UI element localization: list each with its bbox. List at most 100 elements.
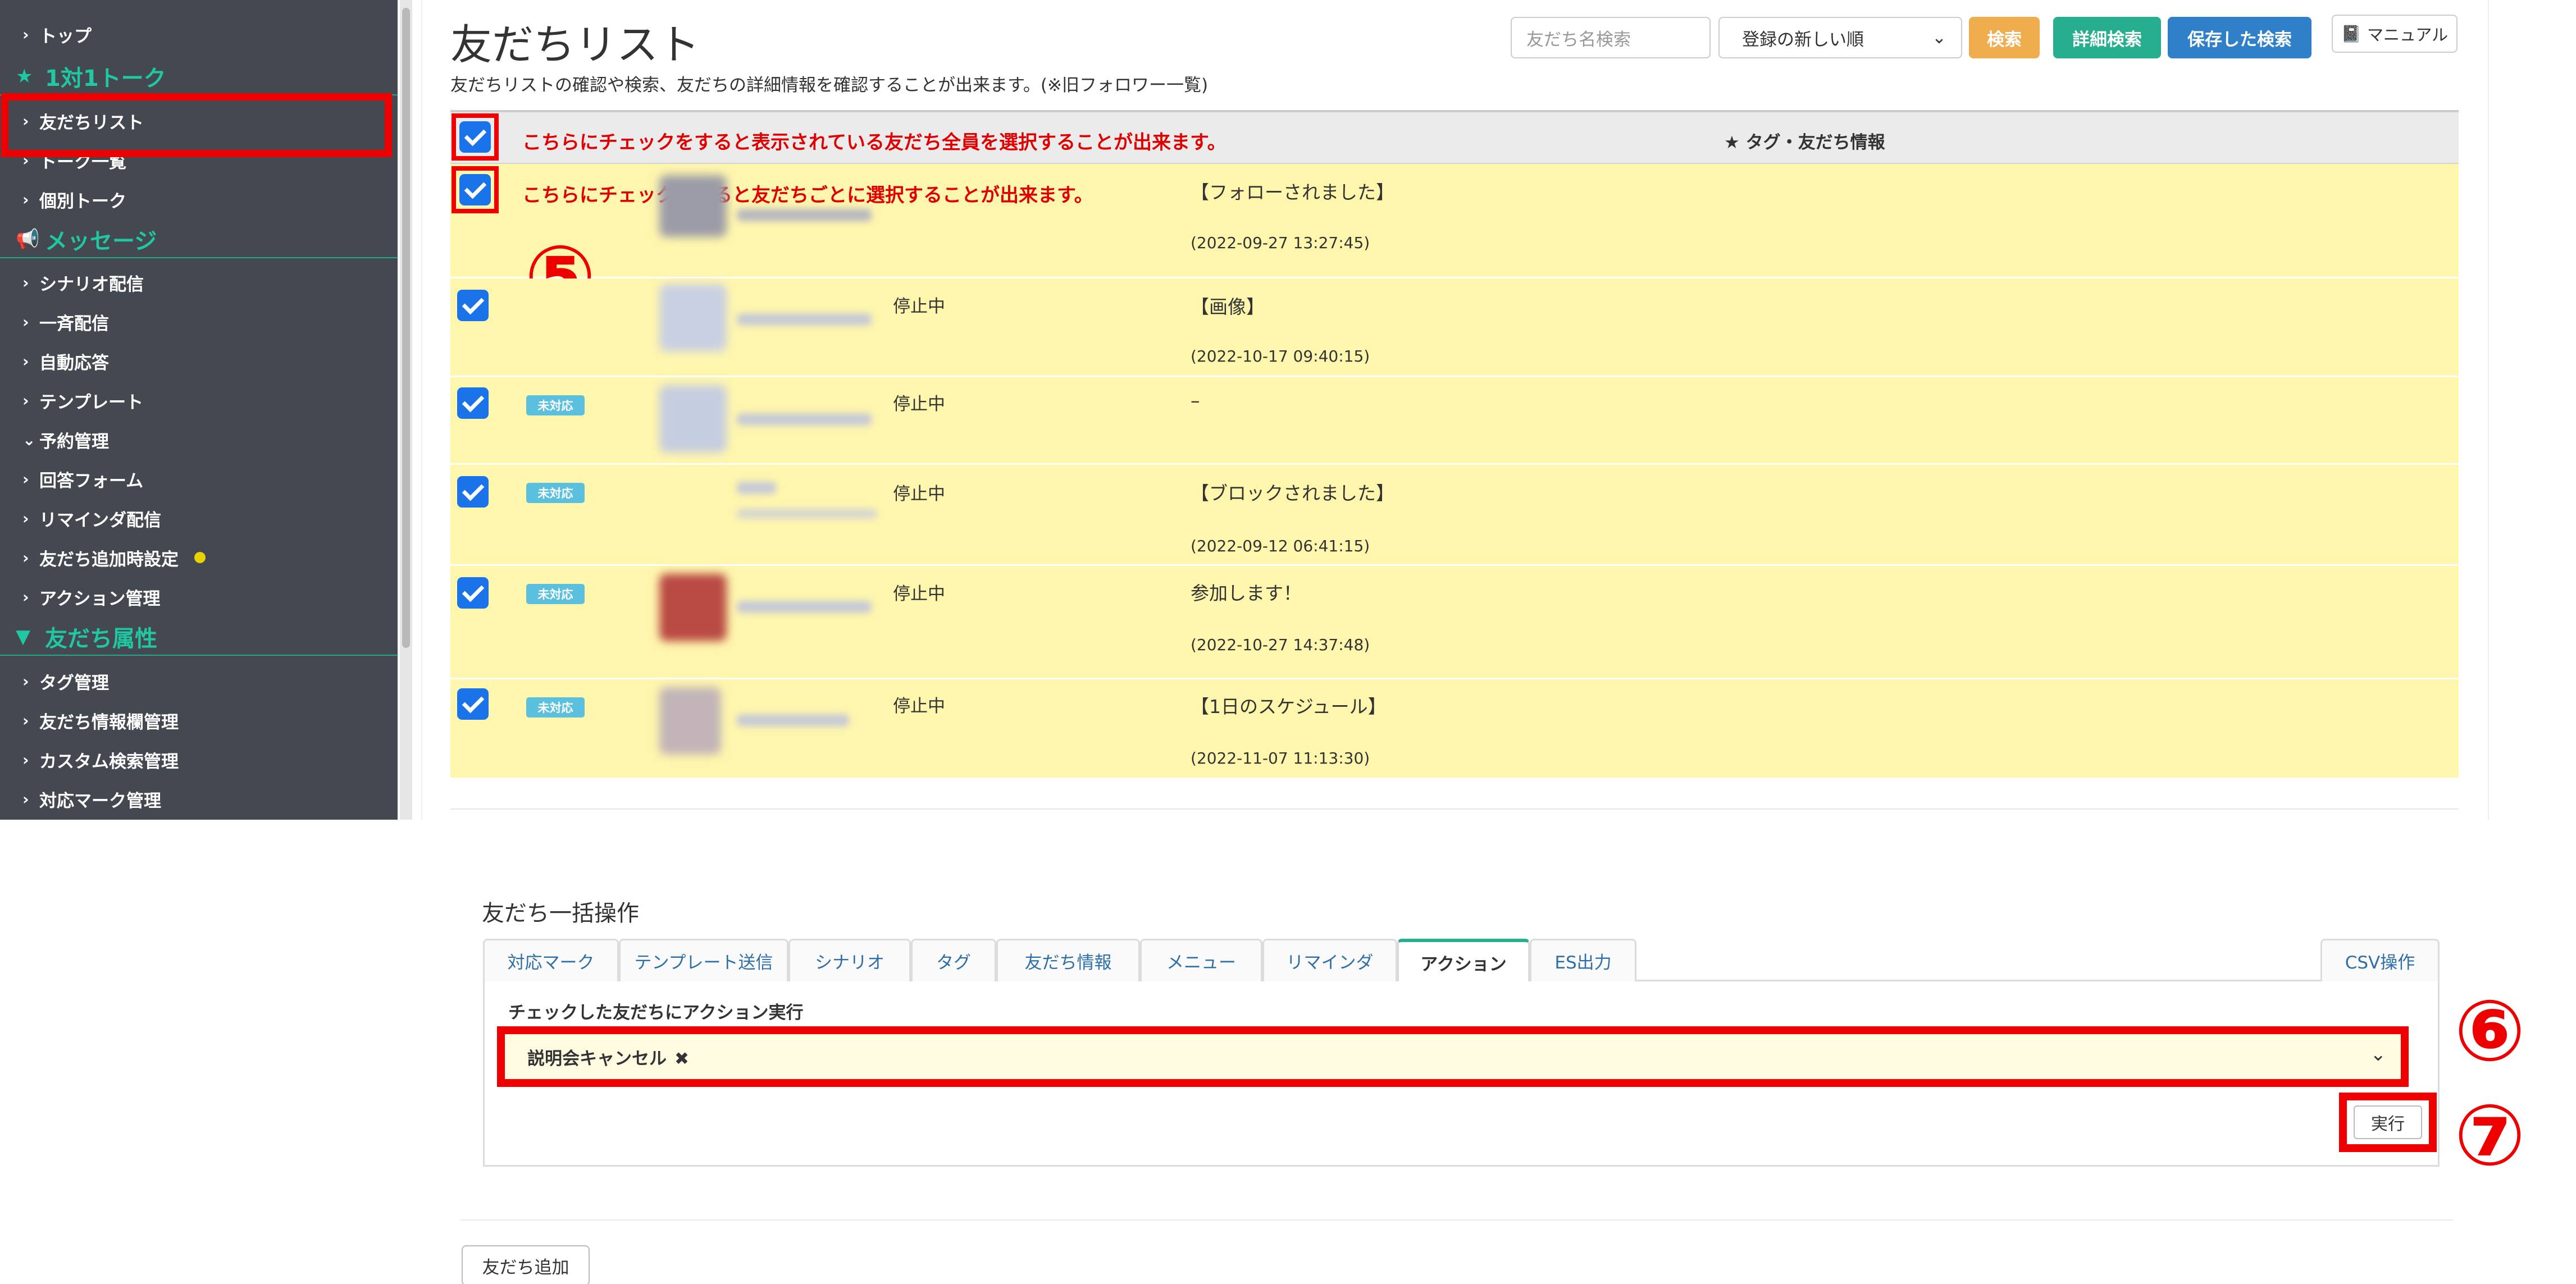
- saved-search-button[interactable]: 保存した検索: [2168, 17, 2311, 58]
- table-row[interactable]: 未対応 停止中 –: [450, 377, 2459, 465]
- avatar[interactable]: [659, 284, 727, 351]
- last-message: 【画像】: [1191, 296, 1265, 318]
- chevron-right-icon: ›: [22, 789, 29, 808]
- sidebar-item-mark-management[interactable]: › 対応マーク管理: [0, 783, 398, 815]
- friend-list-panel: 友だちリスト 友だちリストの確認や検索、友だちの詳細情報を確認することが出来ます…: [421, 0, 2489, 820]
- tab-action[interactable]: アクション: [1397, 939, 1530, 983]
- row-checkbox[interactable]: [457, 476, 489, 508]
- sidebar-section-message: 📢 メッセージ: [0, 221, 398, 258]
- column-header-tags: ★ タグ・友だち情報: [1724, 132, 1885, 153]
- chevron-right-icon: ›: [22, 587, 29, 606]
- unhandled-badge[interactable]: 未対応: [526, 483, 585, 503]
- sidebar-item-auto-reply[interactable]: › 自動応答: [0, 345, 398, 377]
- unhandled-badge[interactable]: 未対応: [526, 584, 585, 604]
- select-all-checkbox[interactable]: [459, 121, 491, 153]
- sidebar-item-action-management[interactable]: › アクション管理: [0, 581, 398, 613]
- avatar[interactable]: [659, 574, 727, 641]
- highlight-frame-execute: 実行: [2339, 1093, 2437, 1152]
- tab-csv-operation[interactable]: CSV操作: [2320, 939, 2440, 981]
- tab-response-mark[interactable]: 対応マーク: [483, 939, 619, 981]
- scenario-status: 停止中: [893, 584, 945, 604]
- chevron-down-icon: ⌄: [22, 430, 36, 449]
- table-row[interactable]: 未対応 停止中 【ブロックされました】 (2022-09-12 06:41:15…: [450, 465, 2459, 566]
- book-icon: 📓: [2341, 24, 2361, 43]
- selected-action-chip[interactable]: 説明会キャンセル ✖: [527, 1044, 689, 1070]
- scenario-status: 停止中: [893, 394, 945, 414]
- page-title: 友だちリスト: [450, 21, 700, 69]
- chevron-right-icon: ›: [22, 273, 29, 292]
- last-message: 【ブロックされました】: [1191, 482, 1394, 504]
- table-row[interactable]: こちらにチェックをすると友だちごとに選択することが出来ます。 【フォローされまし…: [450, 164, 2459, 319]
- unhandled-badge[interactable]: 未対応: [526, 395, 585, 415]
- scenario-status: 停止中: [893, 296, 945, 317]
- row-checkbox[interactable]: [457, 290, 489, 321]
- chevron-right-icon: ›: [22, 750, 29, 769]
- chevron-down-icon: ⌄: [1932, 28, 1946, 48]
- notification-dot: [194, 552, 206, 563]
- row-checkbox[interactable]: [457, 577, 489, 609]
- tab-template-send[interactable]: テンプレート送信: [619, 939, 788, 981]
- friend-name-search-input[interactable]: 友だち名検索: [1511, 17, 1711, 58]
- chevron-right-icon: ›: [22, 469, 29, 488]
- execute-button[interactable]: 実行: [2354, 1105, 2422, 1139]
- sidebar-item-individual-talk[interactable]: › 個別トーク: [0, 183, 398, 216]
- chevron-down-icon[interactable]: ⌄: [2370, 1043, 2387, 1066]
- row-select-note: こちらにチェックをすると友だちごとに選択することが出来ます。: [522, 184, 1093, 207]
- table-header: こちらにチェックをすると表示されている友だち全員を選択することが出来ます。 ★ …: [450, 110, 2459, 164]
- manual-button[interactable]: 📓 マニュアル: [2332, 15, 2458, 53]
- sidebar-scrollbar[interactable]: [400, 0, 412, 820]
- panel-divider: [450, 808, 2459, 810]
- message-timestamp: (2022-11-07 11:13:30): [1191, 749, 1370, 767]
- blurred-friend-name: [737, 601, 872, 613]
- action-select[interactable]: 説明会キャンセル ✖ ⌄: [497, 1026, 2409, 1087]
- sidebar-item-talk-list[interactable]: › トーク一覧: [0, 144, 398, 176]
- chevron-right-icon: ›: [22, 150, 29, 170]
- avatar[interactable]: [659, 687, 721, 755]
- sidebar-item-friend-list[interactable]: › 友だちリスト: [0, 104, 398, 137]
- chevron-right-icon: ›: [22, 548, 29, 567]
- tab-tag[interactable]: タグ: [911, 939, 996, 981]
- sidebar-item-answer-form[interactable]: › 回答フォーム: [0, 463, 398, 495]
- advanced-search-button[interactable]: 詳細検索: [2053, 17, 2161, 58]
- row-checkbox[interactable]: [457, 688, 489, 720]
- sidebar-item-tag-management[interactable]: › タグ管理: [0, 665, 398, 697]
- filter-icon: ▼: [16, 625, 31, 648]
- blurred-friend-name: [737, 714, 849, 726]
- panel-border: [2488, 0, 2489, 820]
- remove-icon[interactable]: ✖: [674, 1049, 689, 1069]
- sidebar-item-scenario[interactable]: › シナリオ配信: [0, 266, 398, 299]
- sidebar-item-template[interactable]: › テンプレート: [0, 384, 398, 417]
- sidebar-item-reservation[interactable]: ⌄ 予約管理: [0, 423, 398, 456]
- sidebar-item-broadcast[interactable]: › 一斉配信: [0, 305, 398, 338]
- sidebar-item-custom-search[interactable]: › カスタム検索管理: [0, 743, 398, 776]
- blurred-friend-name: [737, 482, 776, 494]
- tab-scenario[interactable]: シナリオ: [788, 939, 911, 981]
- sidebar-item-friend-add-settings[interactable]: › 友だち追加時設定: [0, 541, 398, 574]
- tab-menu[interactable]: メニュー: [1140, 939, 1262, 981]
- star-icon: ★: [16, 65, 33, 88]
- unhandled-badge[interactable]: 未対応: [526, 697, 585, 718]
- blurred-friend-subtext: [737, 509, 877, 519]
- bulk-operation-tabs: 対応マーク テンプレート送信 シナリオ タグ 友だち情報 メニュー リマインダ …: [483, 939, 2440, 983]
- sidebar: › トップ ★ 1対1トーク › 友だちリスト › トーク一覧 › 個別トーク 📢 メッセー…: [0, 0, 398, 820]
- tab-es-export[interactable]: ES出力: [1530, 939, 1636, 981]
- sort-order-select[interactable]: 登録の新しい順 ⌄: [1718, 17, 1962, 58]
- row-checkbox[interactable]: [457, 387, 489, 419]
- scenario-status: 停止中: [893, 484, 945, 504]
- sidebar-item-top[interactable]: › トップ: [0, 18, 398, 51]
- sidebar-section-one-to-one: ★ 1対1トーク: [0, 58, 398, 95]
- table-row[interactable]: 未対応 停止中 参加します！ (2022-10-27 14:37:48): [450, 566, 2459, 679]
- tab-reminder[interactable]: リマインダ: [1262, 939, 1397, 981]
- search-button[interactable]: 検索: [1969, 17, 2040, 58]
- add-friend-button[interactable]: 友だち追加: [462, 1245, 590, 1284]
- table-row[interactable]: 停止中 【画像】 (2022-10-17 09:40:15): [450, 278, 2459, 377]
- table-row[interactable]: 未対応 停止中 【1日のスケジュール】 (2022-11-07 11:13:30…: [450, 679, 2459, 779]
- avatar[interactable]: [659, 385, 727, 453]
- last-message: 参加します！: [1191, 582, 1302, 604]
- scrollbar-thumb[interactable]: [402, 8, 410, 648]
- tab-friend-info[interactable]: 友だち情報: [996, 939, 1140, 981]
- sidebar-item-friend-info-fields[interactable]: › 友だち情報欄管理: [0, 704, 398, 737]
- avatar[interactable]: [659, 175, 727, 237]
- sidebar-item-reminder[interactable]: › リマインダ配信: [0, 502, 398, 534]
- row-checkbox[interactable]: [459, 174, 491, 205]
